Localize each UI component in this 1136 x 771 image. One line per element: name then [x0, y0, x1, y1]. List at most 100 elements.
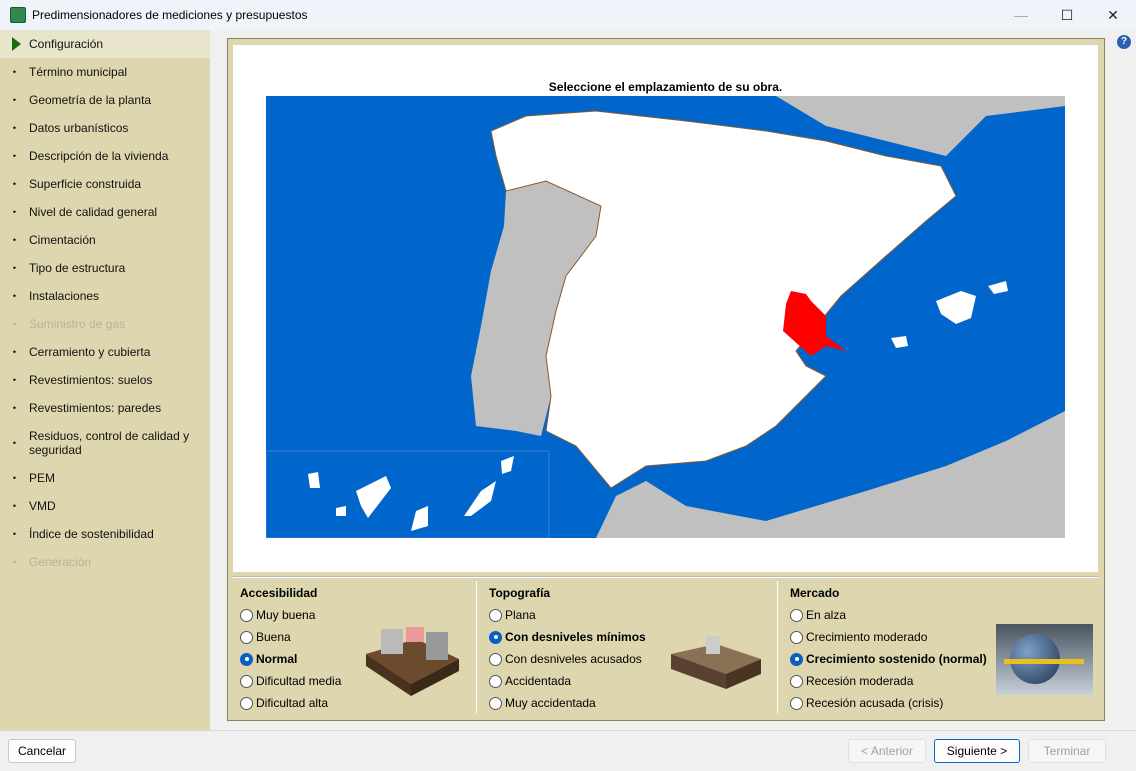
sidebar-item[interactable]: • Revestimientos: paredes — [0, 394, 210, 422]
sidebar-item[interactable]: • Datos urbanísticos — [0, 114, 210, 142]
radio-option[interactable]: Buena — [240, 630, 291, 644]
footer-bar: Cancelar < Anterior Siguiente > Terminar — [0, 730, 1136, 771]
radio-option[interactable]: Recesión moderada — [790, 674, 913, 688]
sidebar-item-label: Tipo de estructura — [29, 261, 126, 275]
finish-button[interactable]: Terminar — [1028, 739, 1106, 763]
sidebar-item[interactable]: • Tipo de estructura — [0, 254, 210, 282]
radio-label: Con desniveles mínimos — [505, 630, 646, 644]
radio-icon[interactable] — [489, 696, 502, 710]
sidebar-item[interactable]: • Índice de sostenibilidad — [0, 520, 210, 548]
sidebar-item[interactable]: • Cerramiento y cubierta — [0, 338, 210, 366]
arrow-right-icon — [12, 37, 21, 51]
radio-label: En alza — [806, 608, 847, 622]
radio-option[interactable]: Crecimiento sostenido (normal) — [790, 652, 987, 666]
radio-icon[interactable] — [240, 652, 253, 666]
bullet-icon: • — [12, 151, 17, 161]
radio-option[interactable]: Dificultad alta — [240, 696, 328, 710]
radio-option[interactable]: Recesión acusada (crisis) — [790, 696, 943, 710]
sidebar-item-label: Revestimientos: paredes — [29, 401, 162, 415]
bullet-icon: • — [12, 501, 17, 511]
radio-icon[interactable] — [240, 630, 253, 644]
window-title: Predimensionadores de mediciones y presu… — [32, 8, 308, 22]
radio-icon[interactable] — [790, 652, 803, 666]
sidebar-item[interactable]: Configuración — [0, 30, 210, 58]
sidebar-item: • Suministro de gas — [0, 310, 210, 338]
bullet-icon: • — [12, 291, 17, 301]
sidebar-item[interactable]: • VMD — [0, 492, 210, 520]
minimize-button[interactable]: — — [998, 0, 1044, 30]
radio-icon[interactable] — [489, 652, 502, 666]
radio-option[interactable]: Accidentada — [489, 674, 571, 688]
bullet-icon: • — [12, 347, 17, 357]
title-bar: Predimensionadores de mediciones y presu… — [0, 0, 1136, 30]
sidebar-item-label: Descripción de la vivienda — [29, 149, 169, 163]
sidebar-item-label: Generación — [29, 555, 92, 569]
cancel-button[interactable]: Cancelar — [8, 739, 76, 763]
bullet-icon: • — [12, 263, 17, 273]
close-button[interactable]: ✕ — [1090, 0, 1136, 30]
radio-label: Accidentada — [505, 674, 572, 688]
radio-option[interactable]: Crecimiento moderado — [790, 630, 927, 644]
help-icon[interactable]: ? — [1117, 35, 1131, 49]
radio-icon[interactable] — [240, 674, 253, 688]
radio-option[interactable]: Dificultad media — [240, 674, 341, 688]
sidebar-item[interactable]: • Residuos, control de calidad y segurida… — [0, 422, 210, 464]
bullet-icon: • — [12, 67, 17, 77]
radio-icon[interactable] — [790, 608, 803, 622]
sidebar-item[interactable]: • Descripción de la vivienda — [0, 142, 210, 170]
sidebar-item[interactable]: • Nivel de calidad general — [0, 198, 210, 226]
sidebar-item[interactable]: • Revestimientos: suelos — [0, 366, 210, 394]
divider — [476, 581, 477, 713]
bullet-icon: • — [12, 529, 17, 539]
radio-label: Normal — [256, 652, 298, 666]
radio-icon[interactable] — [489, 630, 502, 644]
radio-icon[interactable] — [790, 630, 803, 644]
sidebar-item[interactable]: • Superficie construida — [0, 170, 210, 198]
radio-option[interactable]: Normal — [240, 652, 297, 666]
map-title: Seleccione el emplazamiento de su obra. — [548, 80, 783, 94]
previous-button[interactable]: < Anterior — [848, 739, 926, 763]
radio-option[interactable]: Muy accidentada — [489, 696, 596, 710]
sidebar-item-label: Residuos, control de calidad y seguridad — [29, 429, 190, 457]
radio-label: Dificultad alta — [256, 696, 329, 710]
sidebar-item-label: VMD — [29, 499, 56, 513]
radio-option[interactable]: En alza — [790, 608, 846, 622]
maximize-button[interactable]: ☐ — [1044, 0, 1090, 30]
canary-island[interactable] — [308, 472, 320, 488]
sidebar-item-label: Datos urbanísticos — [29, 121, 129, 135]
bullet-icon: • — [12, 179, 17, 189]
bullet-icon: • — [12, 123, 17, 133]
radio-option[interactable]: Muy buena — [240, 608, 315, 622]
sidebar-item-label: Revestimientos: suelos — [29, 373, 153, 387]
group-title: Mercado — [790, 586, 840, 600]
spain-map[interactable] — [266, 96, 1065, 538]
sidebar-item[interactable]: • Instalaciones — [0, 282, 210, 310]
sidebar-item-label: Geometría de la planta — [29, 93, 152, 107]
bullet-icon: • — [12, 207, 17, 217]
bullet-icon: • — [12, 438, 17, 448]
sidebar-item-label: Suministro de gas — [29, 317, 126, 331]
radio-icon[interactable] — [790, 674, 803, 688]
sidebar-item-label: Índice de sostenibilidad — [29, 527, 154, 541]
sidebar-item[interactable]: • Geometría de la planta — [0, 86, 210, 114]
radio-option[interactable]: Plana — [489, 608, 536, 622]
group-title: Accesibilidad — [240, 586, 318, 600]
radio-label: Plana — [505, 608, 536, 622]
radio-label: Crecimiento sostenido (normal) — [806, 652, 987, 666]
sidebar-item[interactable]: • Término municipal — [0, 58, 210, 86]
radio-icon[interactable] — [790, 696, 803, 710]
bullet-icon: • — [12, 375, 17, 385]
sidebar-item-label: Configuración — [29, 37, 104, 51]
sidebar-item-label: Nivel de calidad general — [29, 205, 158, 219]
radio-option[interactable]: Con desniveles mínimos — [489, 630, 646, 644]
radio-icon[interactable] — [240, 696, 253, 710]
sidebar-item[interactable]: • PEM — [0, 464, 210, 492]
radio-icon[interactable] — [240, 608, 253, 622]
radio-icon[interactable] — [489, 608, 502, 622]
radio-label: Muy buena — [256, 608, 316, 622]
sidebar-item[interactable]: • Cimentación — [0, 226, 210, 254]
radio-option[interactable]: Con desniveles acusados — [489, 652, 642, 666]
sidebar-item-label: Cimentación — [29, 233, 96, 247]
radio-icon[interactable] — [489, 674, 502, 688]
next-button[interactable]: Siguiente > — [934, 739, 1020, 763]
